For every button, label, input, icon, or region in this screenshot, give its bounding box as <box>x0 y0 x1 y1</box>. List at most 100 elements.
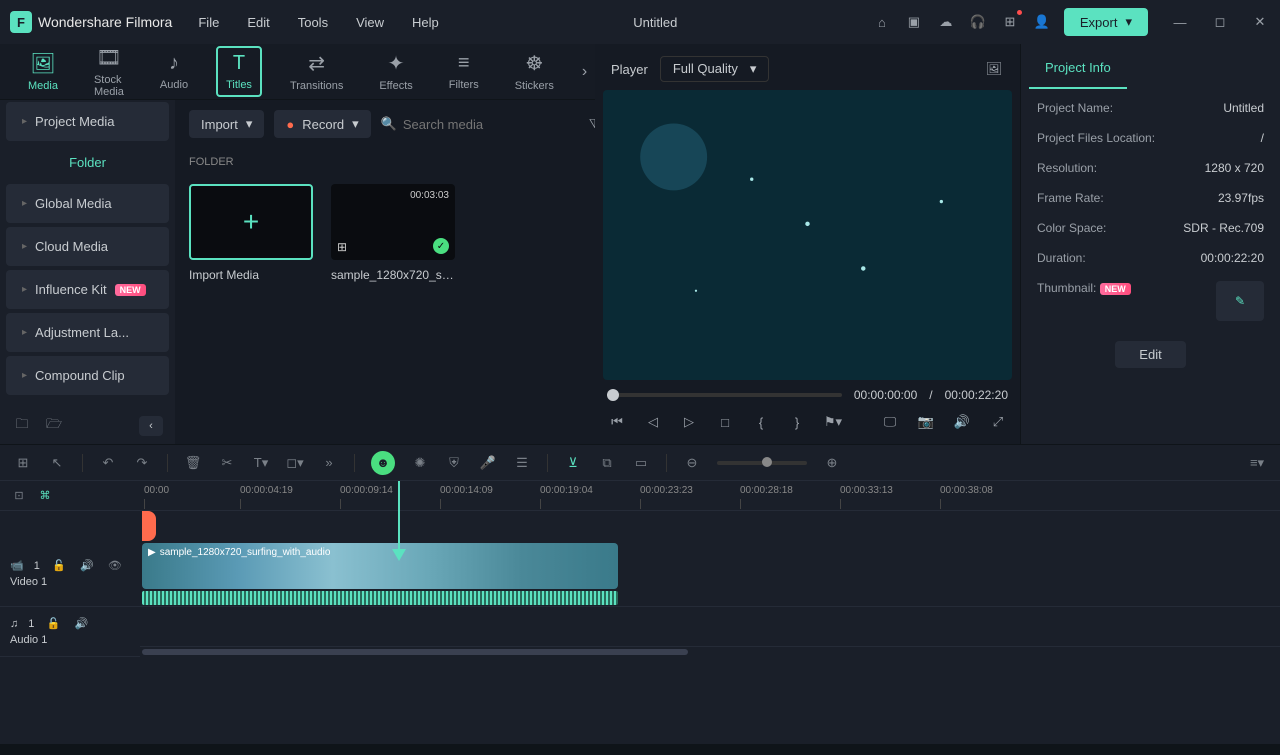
shield-icon[interactable]: ⛨ <box>445 455 463 471</box>
tab-filters[interactable]: ≡Filters <box>441 48 487 95</box>
edit-thumb-icon: ✎ <box>1235 294 1245 308</box>
cursor-icon[interactable]: ↖ <box>48 455 66 471</box>
cut-icon[interactable]: ✂ <box>218 455 236 471</box>
track-height-icon[interactable]: ≡▾ <box>1248 455 1266 471</box>
list-icon[interactable]: ☰ <box>513 455 531 471</box>
marker2-icon[interactable]: ▭ <box>632 455 650 471</box>
mute-icon[interactable]: 🔊 <box>78 559 96 572</box>
menu-tools[interactable]: Tools <box>298 15 328 30</box>
export-button[interactable]: Export▾ <box>1064 8 1148 36</box>
filters-icon: ≡ <box>458 52 470 75</box>
marker-icon[interactable]: ⚑▾ <box>823 412 843 432</box>
stop-icon[interactable]: □ <box>715 412 735 432</box>
tab-titles[interactable]: TTitles <box>216 46 262 97</box>
sidebar-project-media[interactable]: ▸Project Media <box>6 102 169 141</box>
folder-add-icon[interactable]: 🗀 <box>12 416 32 436</box>
video-track-header[interactable]: 📹1🔓🔊👁 Video 1 <box>0 541 140 607</box>
maximize-icon[interactable]: ◻ <box>1210 12 1230 32</box>
mark-out-icon[interactable]: } <box>787 412 807 432</box>
snapshot-icon[interactable]: 🖼 <box>984 59 1004 79</box>
tab-effects[interactable]: ✦Effects <box>371 47 420 96</box>
lock-icon[interactable]: 🔓 <box>44 617 62 630</box>
record-dropdown[interactable]: ●Record▾ <box>274 110 370 138</box>
playhead[interactable] <box>142 481 144 744</box>
search-input[interactable]: 🔍 <box>381 116 579 132</box>
text-tool-icon[interactable]: T▾ <box>252 455 270 471</box>
scrub-slider[interactable] <box>607 393 842 397</box>
import-dropdown[interactable]: Import▾ <box>189 110 264 138</box>
info-value: 23.97fps <box>1218 191 1264 205</box>
tab-transitions[interactable]: ⇄Transitions <box>282 47 351 96</box>
close-icon[interactable]: ✕ <box>1250 12 1270 32</box>
collapse-sidebar-icon[interactable]: ‹ <box>139 416 163 436</box>
project-info-tab[interactable]: Project Info <box>1029 48 1127 89</box>
mute-icon[interactable]: 🔊 <box>72 617 90 630</box>
prev-frame-icon[interactable]: ⏮ <box>607 412 627 432</box>
media-clip-card[interactable]: 00:03:03 ⊞ ✓ sample_1280x720_surf... <box>331 184 455 282</box>
thumbnail-preview[interactable]: ✎ <box>1216 281 1264 321</box>
delete-icon[interactable]: 🗑 <box>184 455 202 471</box>
sidebar-influence-kit[interactable]: ▸Influence KitNEW <box>6 270 169 309</box>
save-icon[interactable]: ▣ <box>904 12 924 32</box>
tabs-more-icon[interactable]: › <box>582 63 587 81</box>
media-import-card[interactable]: + Import Media <box>189 184 313 282</box>
search-icon: 🔍 <box>381 116 397 132</box>
ruler[interactable]: 00:00 00:00:04:19 00:00:09:14 00:00:14:0… <box>140 481 1280 511</box>
eye-icon[interactable]: 👁 <box>106 559 124 572</box>
headset-icon[interactable]: 🎧 <box>968 12 988 32</box>
edit-button[interactable]: Edit <box>1115 341 1185 368</box>
account-icon[interactable]: 👤 <box>1032 12 1052 32</box>
timeline-tracks[interactable]: 00:00 00:00:04:19 00:00:09:14 00:00:14:0… <box>140 481 1280 744</box>
tab-audio[interactable]: ♪Audio <box>152 48 196 95</box>
sidebar-folder[interactable]: Folder <box>0 143 175 182</box>
zoom-slider[interactable] <box>717 461 807 465</box>
enhance-icon[interactable]: ✺ <box>411 455 429 471</box>
sidebar-adjustment-layer[interactable]: ▸Adjustment La... <box>6 313 169 352</box>
grid-icon[interactable]: ⊞ <box>14 455 32 471</box>
mark-in-icon[interactable]: { <box>751 412 771 432</box>
device-icon[interactable]: ⌂ <box>872 12 892 32</box>
audio-track[interactable] <box>140 607 1280 647</box>
copy-icon[interactable]: ⊡ <box>10 489 28 502</box>
mic-icon[interactable]: 🎤 <box>479 455 497 471</box>
redo-icon[interactable]: ↷ <box>133 455 151 471</box>
video-clip[interactable]: ▶sample_1280x720_surfing_with_audio <box>142 543 618 589</box>
video-track[interactable]: ▶sample_1280x720_surfing_with_audio <box>140 541 1280 607</box>
crop-icon[interactable]: ◻▾ <box>286 455 304 471</box>
tab-media[interactable]: 🖼Media <box>20 47 66 96</box>
zoom-out-icon[interactable]: ⊖ <box>683 455 701 471</box>
preview-video[interactable] <box>603 90 1012 380</box>
display-icon[interactable]: 🖵 <box>880 412 900 432</box>
play-icon[interactable]: ▷ <box>679 412 699 432</box>
sidebar-cloud-media[interactable]: ▸Cloud Media <box>6 227 169 266</box>
new-badge: NEW <box>1100 283 1131 295</box>
volume-icon[interactable]: 🔊 <box>952 412 972 432</box>
menu-file[interactable]: File <box>198 15 219 30</box>
sidebar-compound-clip[interactable]: ▸Compound Clip <box>6 356 169 395</box>
stock-icon: 🎞 <box>96 45 121 70</box>
camera-icon[interactable]: 📷 <box>916 412 936 432</box>
ai-icon[interactable]: ☻ <box>371 451 395 475</box>
play-back-icon[interactable]: ◁ <box>643 412 663 432</box>
zoom-in-icon[interactable]: ⊕ <box>823 455 841 471</box>
menu-help[interactable]: Help <box>412 15 439 30</box>
cloud-icon[interactable]: ☁ <box>936 12 956 32</box>
timeline-h-scroll[interactable] <box>140 647 1280 657</box>
fullscreen-icon[interactable]: ⤢ <box>988 412 1008 432</box>
undo-icon[interactable]: ↶ <box>99 455 117 471</box>
menu-view[interactable]: View <box>356 15 384 30</box>
link-icon[interactable]: ⧉ <box>598 455 616 471</box>
more-tools-icon[interactable]: » <box>320 455 338 470</box>
menu-edit[interactable]: Edit <box>247 15 269 30</box>
sidebar-global-media[interactable]: ▸Global Media <box>6 184 169 223</box>
link2-icon[interactable]: ⌘ <box>36 489 54 502</box>
audio-track-header[interactable]: ♫1🔓🔊 Audio 1 <box>0 607 140 657</box>
quality-dropdown[interactable]: Full Quality▾ <box>660 56 770 82</box>
tab-stock-media[interactable]: 🎞Stock Media <box>86 44 132 102</box>
minimize-icon[interactable]: — <box>1170 12 1190 32</box>
magnet-icon[interactable]: ⊻ <box>564 455 582 471</box>
folder-icon[interactable]: 🗁 <box>44 416 64 436</box>
apps-icon[interactable]: ⊞ <box>1000 12 1020 32</box>
tab-stickers[interactable]: ☸Stickers <box>507 47 562 96</box>
lock-icon[interactable]: 🔓 <box>50 559 68 572</box>
